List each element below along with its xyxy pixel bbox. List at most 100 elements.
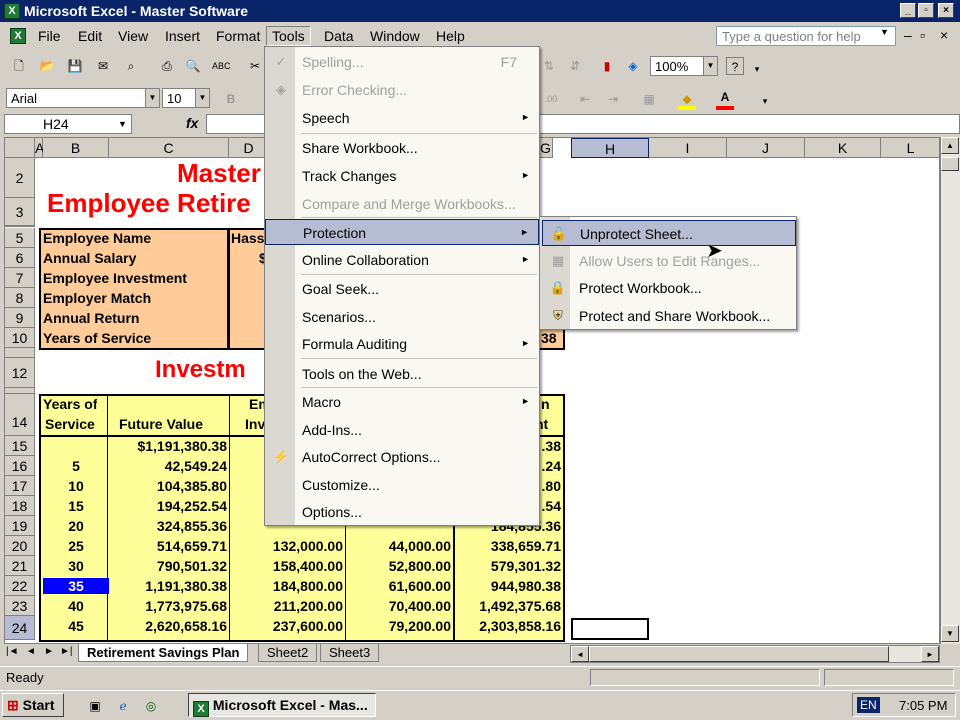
column-header-d[interactable]: D (229, 138, 269, 158)
menu-insert[interactable]: Insert (165, 28, 200, 44)
table-cell-match[interactable]: 44,000.00 (347, 538, 453, 554)
sort-ascending-icon[interactable]: ⇅ (540, 57, 558, 75)
table-cell-future-value[interactable]: 104,385.80 (109, 478, 229, 494)
minimize-button[interactable]: _ (900, 3, 916, 18)
name-box[interactable]: H24 (4, 114, 132, 134)
table-cell-future-value[interactable]: 514,659.71 (109, 538, 229, 554)
ask-question-input[interactable]: Type a question for help (716, 26, 896, 46)
row-header-4[interactable] (5, 226, 35, 227)
table-cell-future-value[interactable]: 1,773,975.68 (109, 598, 229, 614)
row-header-3[interactable]: 3 (5, 198, 35, 226)
row-header-18[interactable]: 18 (5, 496, 35, 516)
menu-item-add-ins[interactable]: Add-Ins... (265, 417, 539, 443)
row-header-8[interactable]: 8 (5, 288, 35, 308)
table-cell-match[interactable]: 52,800.00 (347, 558, 453, 574)
column-header-k[interactable]: K (805, 138, 881, 158)
submenu-item-unprotect-sheet[interactable]: 🔓 Unprotect Sheet... (542, 220, 796, 246)
row-header-17[interactable]: 17 (5, 476, 35, 496)
table-cell-employer-investment[interactable]: 211,200.00 (231, 598, 345, 614)
scroll-thumb[interactable] (941, 157, 959, 171)
name-box-dropdown-icon[interactable]: ▼ (118, 119, 127, 129)
zoom-select[interactable]: 100% ▼ (650, 56, 718, 76)
menu-item-formula-auditing[interactable]: Formula Auditing ► (265, 331, 539, 357)
open-icon[interactable]: 📂 (38, 57, 56, 75)
menu-item-track-changes[interactable]: Track Changes ► (265, 163, 539, 189)
row-header-9[interactable]: 9 (5, 308, 35, 328)
tab-last-icon[interactable]: ►| (60, 646, 73, 657)
menu-view[interactable]: View (118, 28, 148, 44)
row-header-23[interactable]: 23 (5, 596, 35, 616)
table-cell-amount[interactable]: 579,301.32 (455, 558, 563, 574)
increase-indent-icon[interactable]: ⇥ (604, 90, 622, 108)
spelling-toolbar-icon[interactable]: ABC (212, 57, 231, 75)
row-header-14[interactable]: 14 (5, 394, 35, 436)
submenu-item-allow-edit-ranges[interactable]: ▦ Allow Users to Edit Ranges... (542, 248, 796, 274)
vertical-scrollbar[interactable]: ▲ ▼ (940, 137, 960, 644)
insert-function-icon[interactable]: fx (186, 115, 198, 131)
row-header-11[interactable] (5, 348, 35, 358)
font-size-select[interactable]: 10 ▼ (162, 88, 210, 108)
tab-sheet3[interactable]: Sheet3 (320, 644, 380, 662)
table-cell-match[interactable]: 61,600.00 (347, 578, 453, 594)
scroll-right-icon[interactable]: ► (921, 646, 939, 662)
menu-item-macro[interactable]: Macro ► (265, 389, 539, 415)
menu-item-goal-seek[interactable]: Goal Seek... (265, 276, 539, 302)
table-cell-amount[interactable]: 2,303,858.16 (455, 618, 563, 634)
internet-explorer-icon[interactable]: ℯ (114, 697, 132, 715)
tab-first-icon[interactable]: |◄ (6, 646, 19, 657)
menu-item-protection[interactable]: Protection ► (265, 219, 539, 245)
print-icon[interactable]: ⎙ (158, 57, 176, 75)
table-cell-years[interactable]: 5 (43, 458, 109, 474)
quick-launch-icon[interactable]: ◎ (142, 697, 160, 715)
active-cell-h24[interactable] (571, 618, 649, 640)
table-cell-future-value[interactable]: 42,549.24 (109, 458, 229, 474)
scroll-left-icon[interactable]: ◄ (571, 646, 589, 662)
taskbar-excel-button[interactable]: X Microsoft Excel - Mas... (188, 693, 376, 717)
ask-dropdown-icon[interactable]: ▼ (880, 27, 889, 37)
table-cell-amount[interactable]: 944,980.38 (455, 578, 563, 594)
menu-item-online-collaboration[interactable]: Online Collaboration ► (265, 247, 539, 273)
menu-tools[interactable]: Tools (266, 26, 311, 46)
table-cell-future-value[interactable]: 194,252.54 (109, 498, 229, 514)
table-cell-future-value[interactable]: 1,191,380.38 (109, 578, 229, 594)
font-select[interactable]: Arial ▼ (6, 88, 160, 108)
doc-close-button[interactable]: × (940, 27, 948, 43)
decrease-indent-icon[interactable]: ⇤ (576, 90, 594, 108)
menu-item-customize[interactable]: Customize... (265, 472, 539, 498)
row-header-6[interactable]: 6 (5, 248, 35, 268)
font-color-icon[interactable]: A (716, 88, 734, 106)
tab-prev-icon[interactable]: ◄ (26, 646, 36, 657)
menu-item-options[interactable]: Options... (265, 499, 539, 525)
menu-format[interactable]: Format (216, 28, 260, 44)
menu-item-autocorrect[interactable]: ⚡ AutoCorrect Options... (265, 444, 539, 470)
table-cell-match[interactable]: 79,200.00 (347, 618, 453, 634)
borders-icon[interactable]: ▦ (640, 90, 658, 108)
new-icon[interactable]: 🗋 (10, 57, 28, 75)
table-cell-future-value[interactable]: 790,501.32 (109, 558, 229, 574)
submenu-item-protect-workbook[interactable]: 🔒 Protect Workbook... (542, 275, 796, 301)
row-header-15[interactable]: 15 (5, 436, 35, 456)
doc-restore-button[interactable]: ▫ (920, 27, 925, 43)
start-button[interactable]: ⊞ Start (2, 693, 64, 717)
table-cell-years[interactable]: 40 (43, 598, 109, 614)
table-cell-years[interactable]: 45 (43, 618, 109, 634)
menu-edit[interactable]: Edit (78, 28, 102, 44)
tab-sheet2[interactable]: Sheet2 (258, 644, 318, 662)
horizontal-scrollbar[interactable]: ◄ ► (570, 645, 940, 663)
hscroll-thumb[interactable] (589, 646, 889, 662)
menu-item-compare-merge[interactable]: Compare and Merge Workbooks... (265, 191, 539, 217)
table-cell-future-value[interactable]: 324,855.36 (109, 518, 229, 534)
cut-icon[interactable]: ✂ (246, 57, 264, 75)
row-header-7[interactable]: 7 (5, 268, 35, 288)
doc-minimize-button[interactable]: – (904, 27, 912, 43)
column-header-c[interactable]: C (109, 138, 229, 158)
font-dropdown-icon[interactable]: ▼ (145, 89, 159, 107)
scroll-up-icon[interactable]: ▲ (941, 137, 959, 154)
tab-retirement-savings-plan[interactable]: Retirement Savings Plan (78, 644, 249, 662)
table-cell-amount[interactable]: 1,492,375.68 (455, 598, 563, 614)
toolbar-options-icon[interactable]: ▾ (748, 60, 766, 78)
select-all-corner[interactable] (5, 138, 35, 158)
column-header-h[interactable]: H (571, 138, 649, 158)
menu-data[interactable]: Data (324, 28, 354, 44)
menu-help[interactable]: Help (436, 28, 465, 44)
